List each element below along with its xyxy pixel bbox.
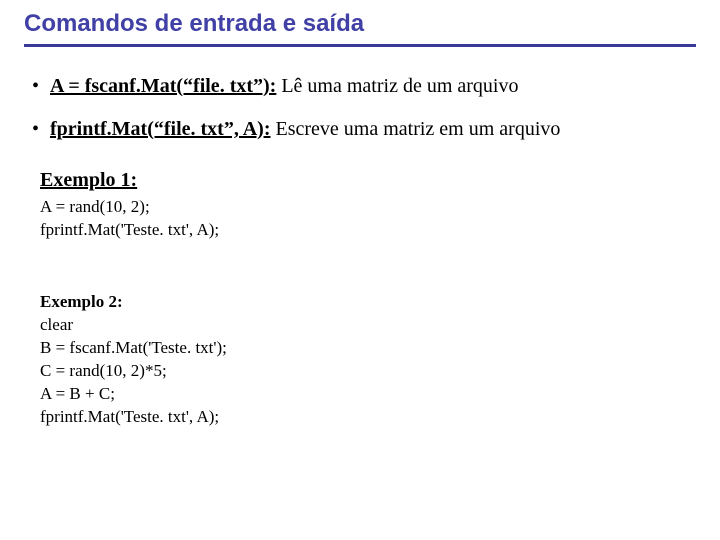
slide: Comandos de entrada e saída A = fscanf.M… xyxy=(0,0,720,540)
command-desc: Lê uma matriz de um arquivo xyxy=(276,75,518,97)
example1-code: A = rand(10, 2); fprintf.Mat('Teste. txt… xyxy=(40,196,696,242)
example2-heading: Exemplo 2: xyxy=(40,292,123,311)
bullet-item: A = fscanf.Mat(“file. txt”): Lê uma matr… xyxy=(50,73,696,100)
bullet-item: fprintf.Mat(“file. txt”, A): Escreve uma… xyxy=(50,116,696,143)
slide-title: Comandos de entrada e saída xyxy=(24,6,696,47)
command-desc: Escreve uma matriz em um arquivo xyxy=(271,118,561,140)
example1-heading: Exemplo 1: xyxy=(40,169,696,192)
bullet-list: A = fscanf.Mat(“file. txt”): Lê uma matr… xyxy=(24,73,696,143)
example2-block: Exemplo 2: xyxy=(40,268,696,314)
command-text: A = fscanf.Mat(“file. txt”): xyxy=(50,75,276,97)
command-text: fprintf.Mat(“file. txt”, A): xyxy=(50,118,271,140)
example2-code: clear B = fscanf.Mat('Teste. txt'); C = … xyxy=(40,314,696,429)
